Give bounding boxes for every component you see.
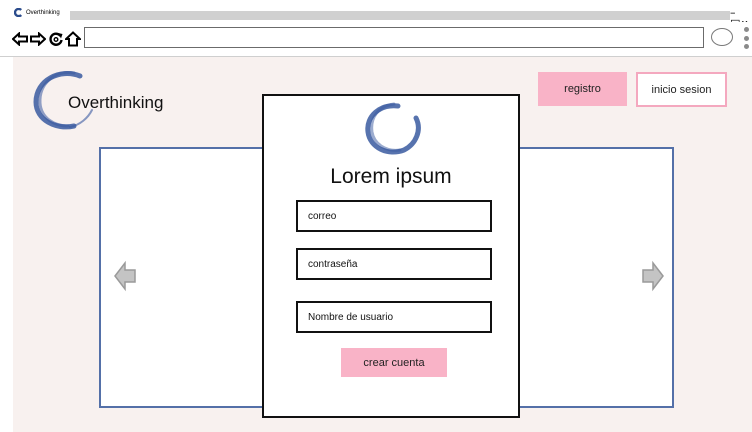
register-button[interactable]: registro	[538, 72, 627, 106]
modal-logo-icon	[365, 102, 421, 155]
address-bar[interactable]	[84, 27, 704, 48]
username-field[interactable]: Nombre de usuario	[296, 301, 492, 333]
site-name: Overthinking	[68, 93, 164, 112]
modal-title: Lorem ipsum	[330, 165, 452, 188]
password-field[interactable]: contraseña	[296, 248, 492, 280]
circle-icon[interactable]	[711, 28, 733, 46]
email-field[interactable]: correo	[296, 200, 492, 232]
title-strip	[70, 11, 730, 20]
create-account-button[interactable]: crear cuenta	[341, 348, 447, 377]
forward-icon[interactable]	[30, 29, 46, 49]
arrow-left-icon[interactable]	[113, 260, 137, 292]
reload-icon[interactable]	[48, 29, 64, 49]
kebab-icon[interactable]	[744, 27, 750, 49]
login-button[interactable]: inicio sesion	[636, 72, 727, 107]
back-icon[interactable]	[12, 29, 28, 49]
home-icon[interactable]	[65, 29, 81, 49]
tab-title[interactable]: Overthinking	[26, 10, 60, 16]
arrow-right-icon[interactable]	[641, 260, 665, 292]
tab-logo-icon	[14, 8, 23, 17]
